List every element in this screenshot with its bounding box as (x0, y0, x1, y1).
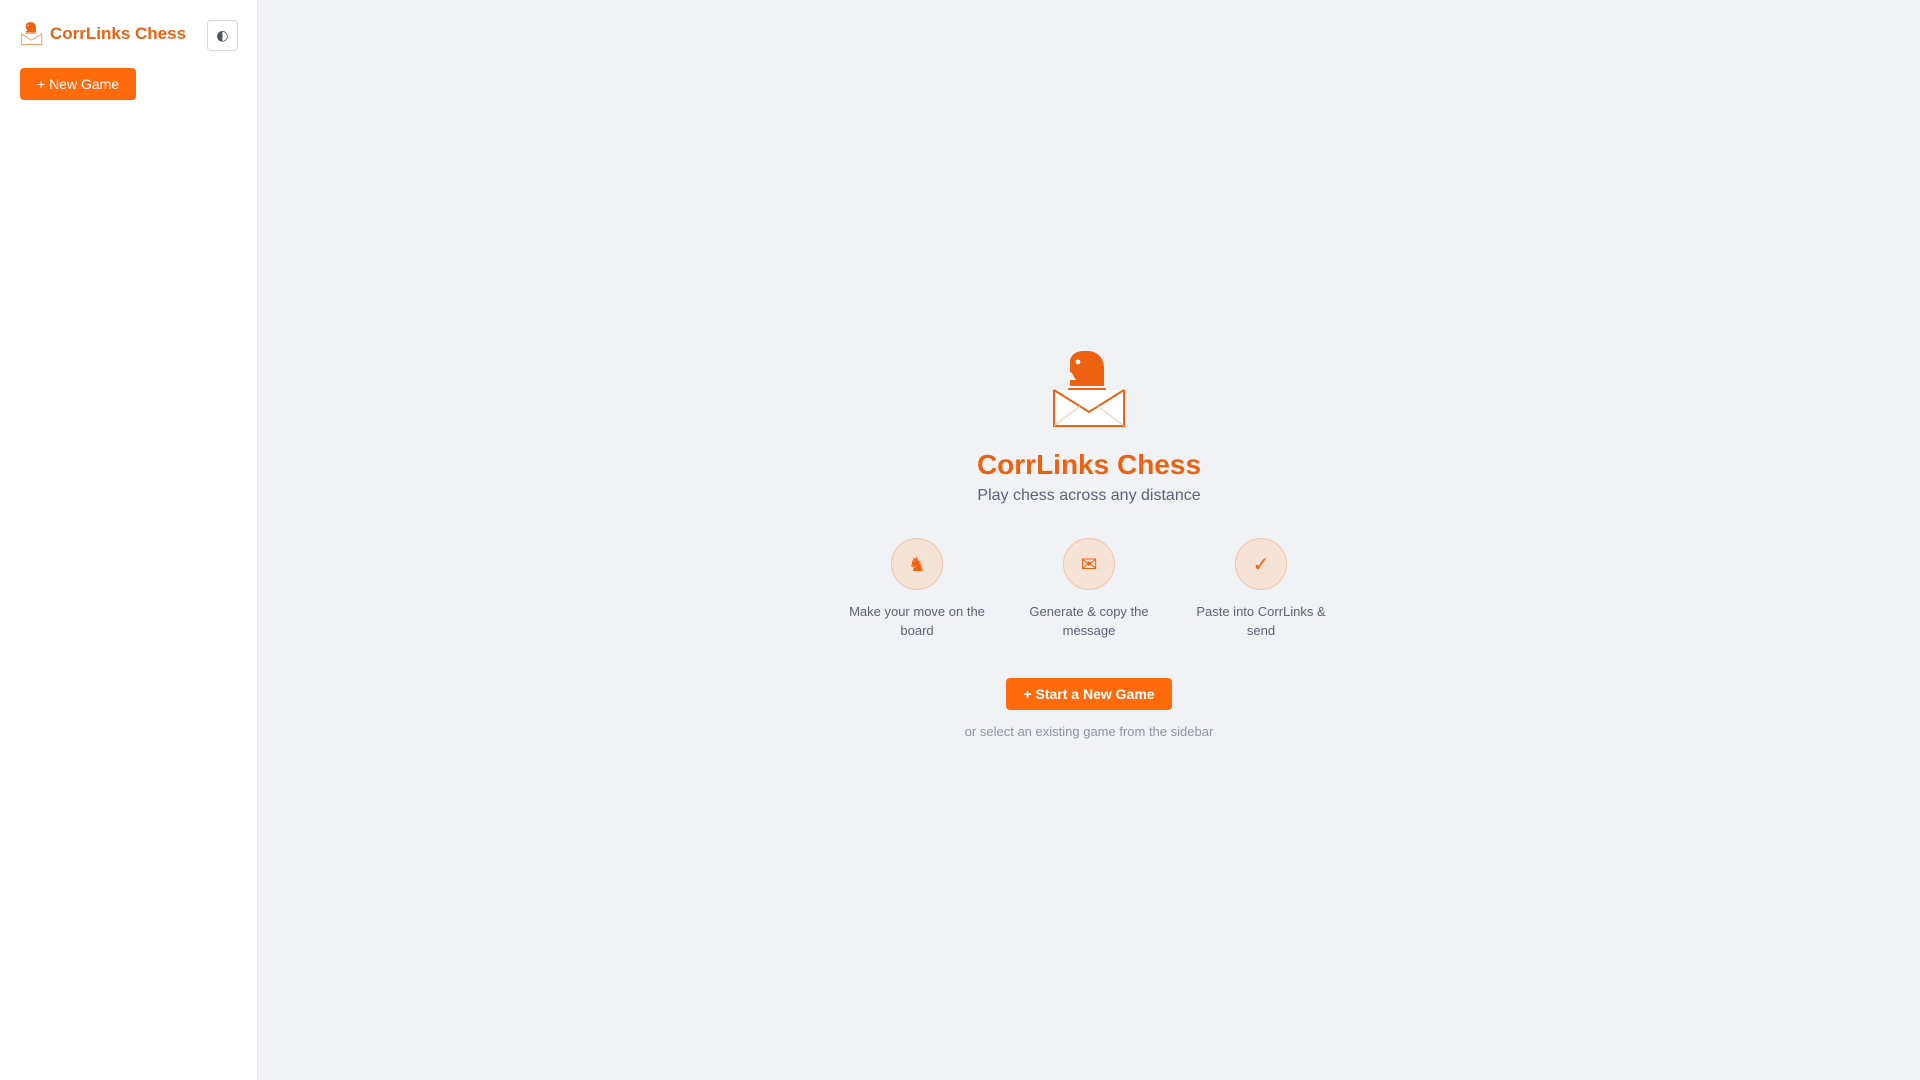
sidebar-brand: CorrLinks Chess (20, 22, 186, 45)
main-panel: CorrLinks Chess Play chess across any di… (258, 0, 1920, 1080)
envelope-icon: ✉ (1063, 538, 1115, 590)
knight-envelope-logo-icon (1053, 351, 1125, 427)
app-window: CorrLinks Chess ◐ + New Game CorrLinks C… (0, 0, 1920, 1080)
welcome-screen: CorrLinks Chess Play chess across any di… (258, 350, 1920, 739)
step-label: Generate & copy the message (1029, 604, 1149, 638)
start-new-game-button[interactable]: + Start a New Game (1006, 678, 1172, 710)
knight-icon: ♞ (891, 538, 943, 590)
select-game-hint: or select an existing game from the side… (964, 724, 1214, 739)
welcome-title: CorrLinks Chess (976, 449, 1202, 480)
theme-toggle-button[interactable]: ◐ (207, 20, 238, 51)
steps-list: ♞ Make your move on the board ✉ Generate… (849, 538, 1329, 640)
checkmark-icon: ✓ (1235, 538, 1287, 590)
step-label: Make your move on the board (849, 604, 985, 638)
step-copy-message: ✉ Generate & copy the message (1021, 538, 1157, 640)
sidebar: CorrLinks Chess ◐ + New Game (0, 0, 258, 1080)
knight-envelope-logo-icon (20, 22, 43, 45)
step-make-move: ♞ Make your move on the board (849, 538, 985, 640)
step-send: ✓ Paste into CorrLinks & send (1193, 538, 1329, 640)
step-label: Paste into CorrLinks & send (1196, 604, 1326, 638)
contrast-icon: ◐ (216, 27, 229, 44)
new-game-button[interactable]: + New Game (20, 68, 137, 100)
app-title: CorrLinks Chess (50, 23, 187, 43)
welcome-subtitle: Play chess across any distance (977, 487, 1201, 504)
